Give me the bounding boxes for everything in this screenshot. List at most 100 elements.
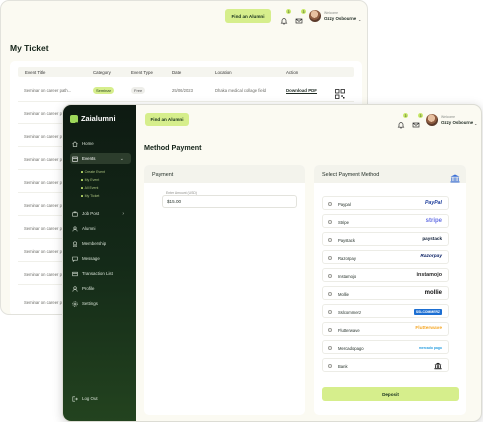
radio-button[interactable] [328, 291, 332, 296]
bank-icon [434, 362, 442, 372]
radio-button[interactable] [328, 309, 332, 314]
sidebar-item-label: Settings [82, 301, 98, 306]
events-icon [72, 156, 78, 162]
notification-bell-icon[interactable]: 3 [397, 113, 408, 129]
sub-item-label: All Event [84, 186, 99, 190]
card-header: Select Payment Method [314, 165, 466, 183]
payment-option-sslcommerz[interactable]: Sslcommerz SSLCOMMERZ [322, 304, 449, 318]
radio-button[interactable] [328, 345, 332, 350]
table-header [18, 67, 354, 77]
method-name: Instamojo [338, 273, 357, 279]
radio-button[interactable] [328, 327, 332, 332]
sidebar-item-membership[interactable]: Membership [70, 238, 131, 249]
deposit-button[interactable]: Deposit [322, 387, 459, 401]
sidebar-item-settings[interactable]: Settings [70, 298, 131, 309]
message-count-badge: 3 [418, 113, 423, 118]
find-alumni-button[interactable]: Find an Alumni [225, 9, 271, 23]
razorpay-logo: Razorpay [420, 254, 442, 259]
chevron-down-icon[interactable]: ⌄ [474, 121, 477, 126]
flutterwave-logo: Flutterwave [415, 326, 442, 331]
event-location: Dhaka medical collage field [215, 88, 266, 93]
sidebar-item-profile[interactable]: Profile [70, 283, 131, 294]
radio-button[interactable] [328, 201, 332, 206]
radio-button[interactable] [328, 363, 332, 368]
payment-option-bank[interactable]: Bank [322, 358, 449, 372]
logout-button[interactable]: Log Out [70, 393, 131, 404]
message-count-badge: 3 [301, 9, 306, 14]
radio-button[interactable] [328, 237, 332, 242]
user-name: Ozzy Osbourne [441, 120, 474, 125]
card-header: Payment [144, 165, 305, 183]
page-title: My Ticket [10, 43, 49, 53]
event-type-badge: Free [131, 87, 146, 94]
bullet-icon [81, 195, 83, 197]
event-title: Seminar on career path... [24, 88, 72, 93]
payment-option-mercadopago[interactable]: Mercadopago mercado pago [322, 340, 449, 354]
sidebar-item-home[interactable]: Home [70, 138, 131, 149]
bank-icon [450, 170, 460, 183]
payment-option-razorpay[interactable]: Razorpay Razorpay [322, 250, 449, 264]
column-header: Event Title [25, 70, 46, 75]
stripe-logo: stripe [425, 218, 442, 224]
qr-code-icon[interactable] [335, 86, 345, 99]
notification-count-badge: 3 [286, 9, 291, 14]
payment-option-flutterwave[interactable]: Flutterwave Flutterwave [322, 322, 449, 336]
page-title: Method Payment [144, 143, 202, 152]
avatar[interactable] [309, 10, 321, 22]
message-icon[interactable]: 3 [295, 9, 306, 24]
chevron-right-icon: › [122, 210, 124, 217]
main-content: Find an Alumni 3 3 Welcome Ozzy Osbourne… [136, 105, 481, 421]
notification-bell-icon[interactable]: 3 [280, 9, 291, 25]
radio-button[interactable] [328, 273, 332, 278]
welcome-text: Welcome [324, 11, 339, 15]
logout-label: Log Out [82, 396, 98, 401]
amount-input[interactable]: $15.00 [162, 195, 297, 208]
sidebar-item-label: Alumni [82, 226, 96, 231]
payment-option-stripe[interactable]: Stripe stripe [322, 214, 449, 228]
sidebar-item-label: Membership [82, 241, 107, 246]
message-icon[interactable]: 3 [412, 113, 423, 128]
sidebar-item-transaction-list[interactable]: Transaction List [70, 268, 131, 279]
sidebar-item-alumni[interactable]: Alumni [70, 223, 131, 234]
avatar[interactable] [426, 114, 438, 126]
bullet-icon [81, 187, 83, 189]
method-name: Razorpay [338, 255, 356, 261]
radio-button[interactable] [328, 255, 332, 260]
sidebar-sub-item[interactable]: My Ticket [81, 194, 99, 198]
membership-icon [72, 241, 78, 247]
method-name: Stripe [338, 219, 349, 225]
logout-icon [72, 396, 78, 402]
method-name: Paystack [338, 237, 355, 243]
radio-button[interactable] [328, 219, 332, 224]
find-alumni-button[interactable]: Find an Alumni [145, 113, 189, 126]
method-name: Bank [338, 363, 348, 369]
paypal-logo: PayPal [424, 200, 442, 206]
home-icon [72, 140, 78, 147]
user-name: Ozzy Osbourne [324, 16, 357, 21]
payment-option-paystack[interactable]: Paystack paystack [322, 232, 449, 246]
sidebar-item-label: Job Post [82, 211, 100, 216]
message-icon [72, 256, 78, 262]
logo-icon [70, 114, 78, 127]
payment-option-mollie[interactable]: Mollie mollie [322, 286, 449, 300]
download-pdf-link[interactable]: Download PDF [286, 88, 317, 93]
chevron-down-icon[interactable]: ⌄ [358, 17, 361, 22]
brand-name: Zaialumni [81, 114, 116, 123]
method-name: Sslcommerz [338, 309, 362, 315]
method-name: Mercadopago [338, 345, 364, 351]
sidebar: Zaialumni Home Events ⌄ Create Event My … [63, 105, 136, 421]
brand-logo[interactable]: Zaialumni [70, 114, 116, 127]
sidebar-item-events[interactable]: Events ⌄ [70, 153, 131, 164]
sidebar-sub-item[interactable]: My Event [81, 178, 99, 182]
sidebar-sub-item[interactable]: Create Event [81, 170, 105, 174]
sslcommerz-logo: SSLCOMMERZ [413, 309, 442, 315]
payment-method-card: Select Payment Method Paypal PayPal Stri… [314, 165, 466, 415]
payment-option-instamojo[interactable]: Instamojo instamojo [322, 268, 449, 282]
settings-icon [72, 300, 78, 307]
card-title: Select Payment Method [322, 172, 380, 178]
sidebar-sub-item[interactable]: All Event [81, 186, 98, 190]
job-icon [72, 211, 78, 217]
payment-option-paypal[interactable]: Paypal PayPal [322, 196, 449, 210]
sidebar-item-job-post[interactable]: Job Post › [70, 208, 131, 219]
sidebar-item-message[interactable]: Message [70, 253, 131, 264]
